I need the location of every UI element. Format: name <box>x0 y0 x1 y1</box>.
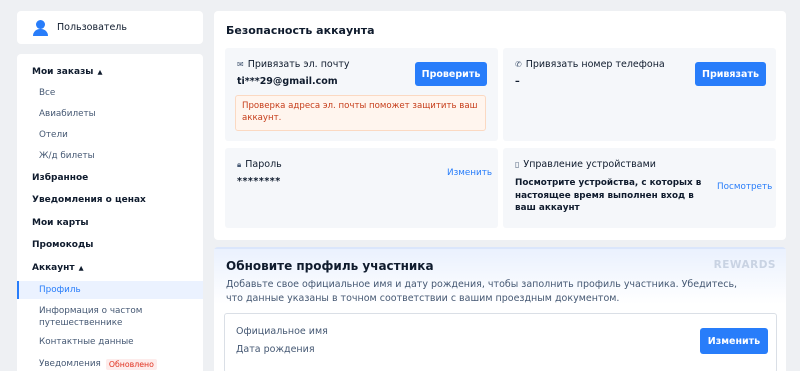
phone-label: Привязать номер телефона <box>525 59 665 70</box>
sidebar-item-label: Ж/д билеты <box>39 151 95 161</box>
sidebar-item-hotels[interactable]: Отели <box>17 126 203 144</box>
phone-icon: ✆ <box>515 60 522 69</box>
sidebar-item-label: Отели <box>39 130 68 140</box>
link-phone-button[interactable]: Привязать <box>695 62 766 86</box>
sidebar-item-contacts[interactable]: Контактные данные <box>17 333 203 351</box>
official-name-label: Официальное имя <box>236 326 328 337</box>
email-value: ti***29@gmail.com <box>237 76 338 87</box>
devices-description: Посмотрите устройства, с которых в насто… <box>515 178 702 213</box>
caret-up-icon: ▲ <box>78 264 84 272</box>
caret-up-icon: ▲ <box>97 68 103 76</box>
sidebar-item-price-alerts[interactable]: Уведомления о ценах <box>17 191 203 209</box>
profile-description: Добавьте свое официальное имя и дату рож… <box>226 279 738 304</box>
view-devices-link[interactable]: Посмотреть <box>717 182 772 192</box>
sidebar-item-label: Промокоды <box>32 240 94 250</box>
sidebar-item-label: Мои заказы <box>32 67 94 77</box>
birth-date-label: Дата рождения <box>236 344 315 355</box>
lock-icon: 🔒︎ <box>237 159 242 169</box>
sidebar-item-my-orders[interactable]: Мои заказы ▲ <box>17 63 203 81</box>
sidebar-item-label: Информация о частом путешественнике <box>39 306 143 328</box>
sidebar-item-promo-codes[interactable]: Промокоды <box>17 236 203 254</box>
sidebar-item-notifications[interactable]: Уведомления Обновлено <box>17 355 203 371</box>
sidebar-item-trains[interactable]: Ж/д билеты <box>17 147 203 165</box>
sidebar-item-label: Авиабилеты <box>39 109 96 119</box>
profile-title: Обновите профиль участника <box>226 259 434 273</box>
rewards-logo: REWARDS <box>713 259 776 271</box>
sidebar-item-label: Контактные данные <box>39 337 134 347</box>
sidebar-item-label: Профиль <box>39 285 81 295</box>
phone-tile-header: ✆ Привязать номер телефона <box>515 59 665 70</box>
phone-tile: ✆ Привязать номер телефона – Привязать <box>503 48 776 141</box>
change-password-link[interactable]: Изменить <box>447 168 492 178</box>
user-avatar-icon <box>33 19 48 36</box>
devices-tile: ▯ Управление устройствами Посмотрите уст… <box>503 148 776 228</box>
sidebar-menu: Мои заказы ▲ Все Авиабилеты Отели Ж/д би… <box>17 54 203 371</box>
sidebar-item-account[interactable]: Аккаунт ▲ <box>17 259 203 277</box>
sidebar-item-label: Мои карты <box>32 218 89 228</box>
account-security-card: Безопасность аккаунта ✉ Привязать эл. по… <box>214 11 786 240</box>
password-tile: 🔒︎ Пароль ******** Изменить <box>225 148 498 228</box>
user-card[interactable]: Пользователь <box>17 11 203 44</box>
member-profile-card: Обновите профиль участника REWARDS Добав… <box>214 247 786 371</box>
email-tile-header: ✉ Привязать эл. почту <box>237 59 350 70</box>
email-tile: ✉ Привязать эл. почту ti***29@gmail.com … <box>225 48 498 141</box>
email-warning: Проверка адреса эл. почты поможет защити… <box>235 95 486 131</box>
sidebar-item-profile[interactable]: Профиль <box>17 281 203 299</box>
password-value: ******** <box>237 176 281 187</box>
password-tile-header: 🔒︎ Пароль <box>237 159 282 170</box>
mail-icon: ✉ <box>237 60 244 69</box>
updated-badge: Обновлено <box>105 358 157 370</box>
security-title: Безопасность аккаунта <box>226 24 375 37</box>
phone-value: – <box>515 76 520 87</box>
devices-label: Управление устройствами <box>523 159 656 170</box>
sidebar-item-favorites[interactable]: Избранное <box>17 169 203 187</box>
verify-email-button[interactable]: Проверить <box>415 62 487 86</box>
password-label: Пароль <box>245 159 282 170</box>
sidebar-item-label: Уведомления о ценах <box>32 195 146 205</box>
edit-profile-button[interactable]: Изменить <box>700 328 768 354</box>
email-label: Привязать эл. почту <box>247 59 350 70</box>
device-icon: ▯ <box>515 160 520 169</box>
sidebar-item-all[interactable]: Все <box>17 84 203 102</box>
sidebar-item-label: Уведомления <box>39 359 101 369</box>
profile-fields-box: Официальное имя Дата рождения Изменить <box>224 313 777 371</box>
sidebar-item-label: Избранное <box>32 173 89 183</box>
devices-tile-header: ▯ Управление устройствами <box>515 159 656 170</box>
sidebar-item-flights[interactable]: Авиабилеты <box>17 105 203 123</box>
user-name: Пользователь <box>57 22 127 33</box>
sidebar-item-frequent-traveler[interactable]: Информация о частом путешественнике <box>17 305 203 331</box>
sidebar-item-label: Аккаунт <box>32 263 75 273</box>
sidebar-item-my-cards[interactable]: Мои карты <box>17 214 203 232</box>
sidebar-item-label: Все <box>39 88 56 98</box>
